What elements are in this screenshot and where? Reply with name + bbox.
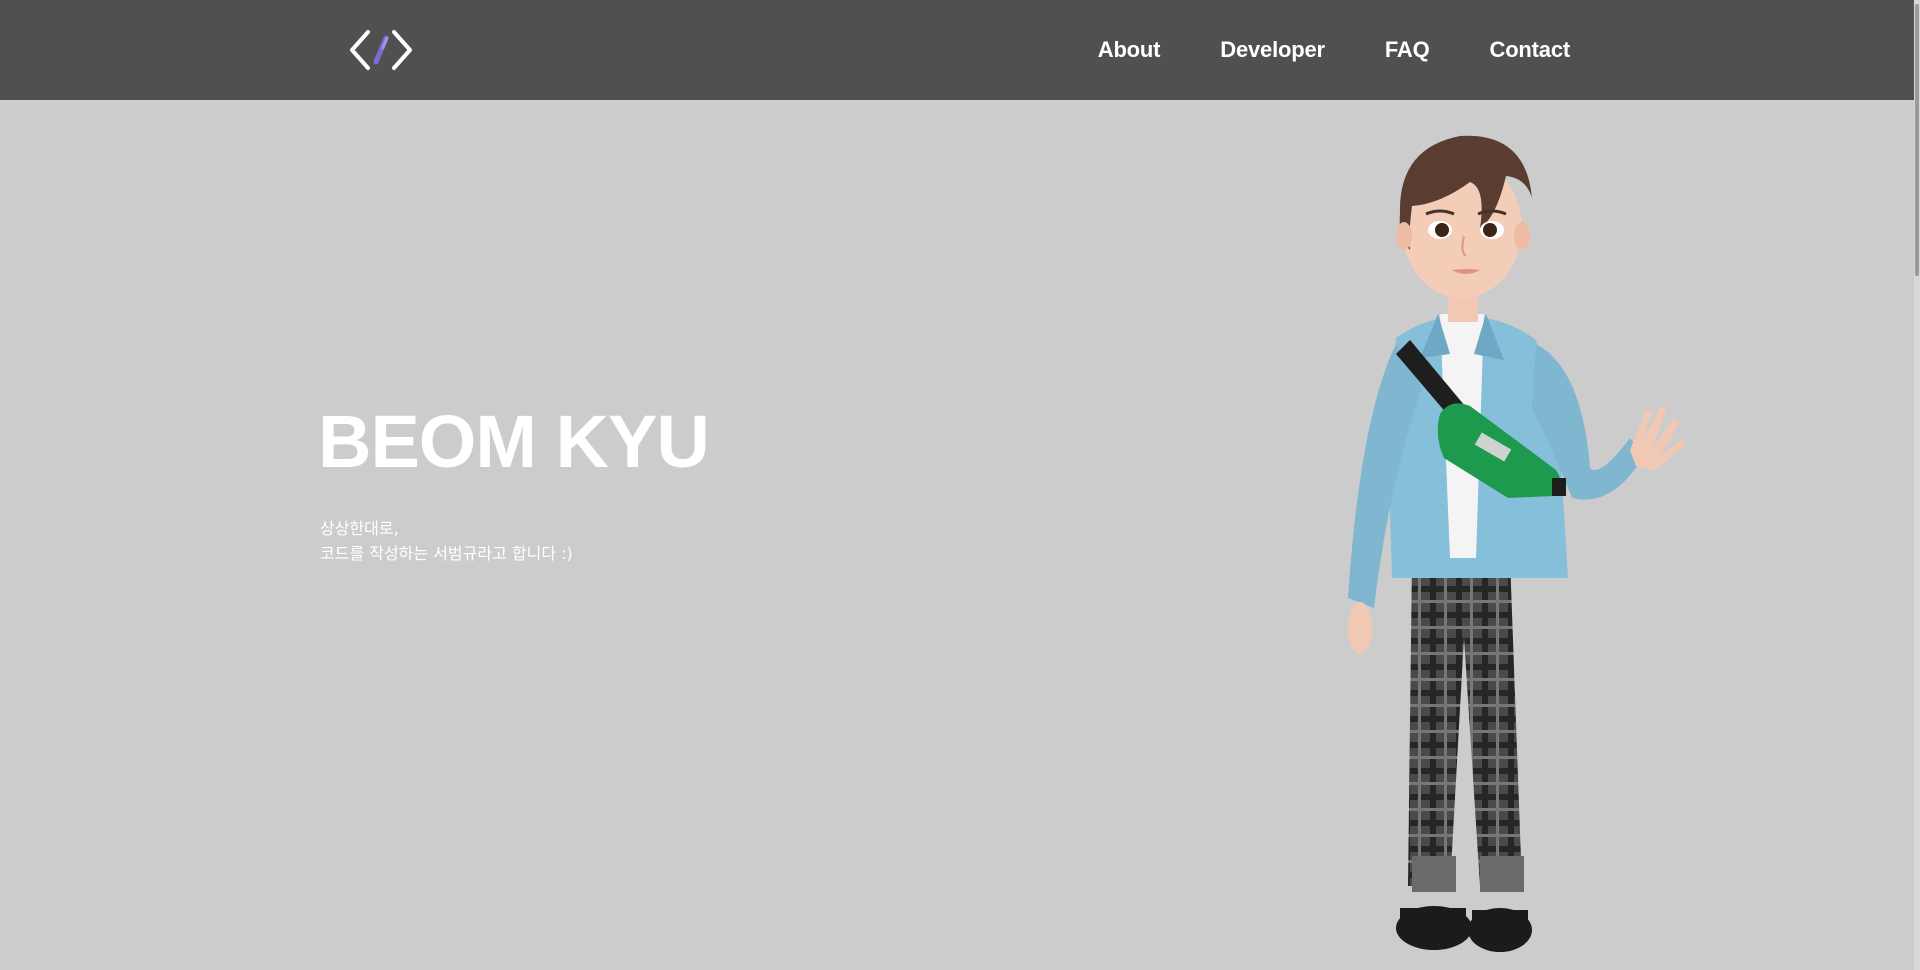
main-nav: About Developer FAQ Contact [1098,0,1570,100]
page: About Developer FAQ Contact BEOM KYU 상상한… [0,0,1920,970]
nav-developer[interactable]: Developer [1220,37,1325,63]
top-header: About Developer FAQ Contact [0,0,1914,100]
nav-faq[interactable]: FAQ [1385,37,1430,63]
nav-contact[interactable]: Contact [1490,37,1571,63]
hero-subtitle-line-2: 코드를 작성하는 서범규라고 합니다 :) [320,544,573,563]
hero-subtitle-line-1: 상상한대로, [320,519,399,538]
scrollbar-thumb[interactable] [1915,4,1919,276]
hero-title: BEOM KYU [318,400,710,483]
logo-link[interactable] [346,26,416,74]
page-scrollbar[interactable] [1914,0,1920,970]
hero-subtitle: 상상한대로, 코드를 작성하는 서범규라고 합니다 :) [320,516,573,566]
avatar-illustration [1348,135,1686,952]
code-brackets-icon [350,30,412,70]
nav-about[interactable]: About [1098,37,1161,63]
